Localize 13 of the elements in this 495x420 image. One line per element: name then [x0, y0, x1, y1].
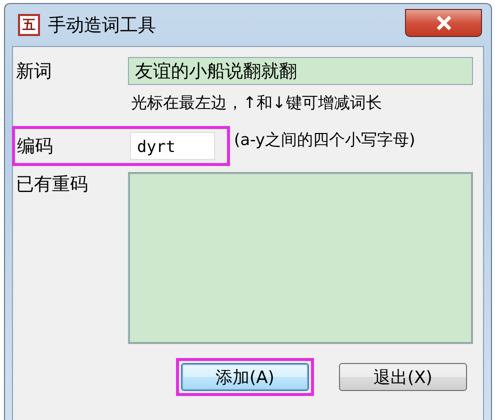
hint-text: (a-y之间的四个小写字母) [234, 130, 416, 150]
add-button[interactable]: 添加(A) [181, 363, 309, 391]
code-field[interactable]: dyrt [130, 132, 215, 160]
new-word-field[interactable]: 友谊的小船说翻就翻 [128, 57, 473, 85]
field-label: 新词 [16, 60, 53, 83]
exit-button[interactable]: 退出(X) [339, 363, 467, 391]
hint-text: 光标在最左边，↑和↓键可增减词长 [131, 93, 383, 114]
field-label: 编码 [16, 135, 54, 158]
field-label: 已有重码 [16, 173, 89, 196]
close-icon [436, 16, 452, 30]
app-icon: 五 [18, 14, 40, 36]
close-button[interactable] [405, 9, 482, 37]
window-title: 手动造词工具 [48, 14, 156, 37]
